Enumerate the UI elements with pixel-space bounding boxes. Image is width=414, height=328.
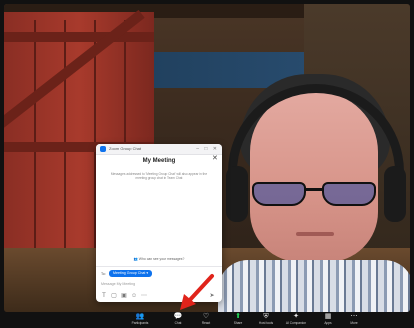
shield-icon: ⛨ bbox=[263, 313, 269, 320]
compose-toolbar: T ▢ ▣ ☺ ⋯ ➤ bbox=[96, 290, 222, 302]
to-label: To: bbox=[101, 272, 106, 276]
more-icon[interactable]: ⋯ bbox=[141, 293, 147, 299]
toolbar-label: Chat bbox=[174, 321, 182, 325]
toolbar-label: Host tools bbox=[258, 321, 274, 325]
chat-title: My Meeting bbox=[142, 158, 176, 164]
toolbar-label: AI Companion bbox=[285, 321, 307, 325]
toolbar-more[interactable]: ⋯ More bbox=[340, 313, 368, 328]
plaid-shirt bbox=[218, 260, 410, 312]
send-icon[interactable]: ➤ bbox=[209, 293, 215, 299]
toolbar-chat[interactable]: 💬 Chat bbox=[164, 313, 192, 328]
chat-message-area bbox=[96, 182, 222, 254]
toolbar-label: React bbox=[201, 321, 211, 325]
toolbar-participants[interactable]: 👥 Participants bbox=[126, 313, 154, 328]
toolbar-apps[interactable]: ▦ Apps bbox=[314, 313, 342, 328]
more-icon: ⋯ bbox=[350, 313, 358, 320]
who-can-see-link[interactable]: 👥 Who can see your messages? bbox=[96, 256, 222, 262]
chat-panel[interactable]: Zoom Group Chat – □ ✕ ✕ My Meeting Messa… bbox=[96, 144, 222, 302]
toolbar-ai-companion[interactable]: ✦ AI Companion bbox=[282, 313, 310, 328]
zoom-meeting-window: Zoom Group Chat – □ ✕ ✕ My Meeting Messa… bbox=[0, 0, 414, 328]
meeting-toolbar: 👥 Participants 💬 Chat ♡ React ⬆ Share ⛨ … bbox=[0, 312, 414, 328]
glasses bbox=[252, 182, 378, 210]
recipient-label: Meeting Group Chat bbox=[113, 271, 146, 275]
toolbar-label: Share bbox=[233, 321, 243, 325]
chat-window-title: Zoom Group Chat bbox=[109, 146, 142, 151]
toolbar-react[interactable]: ♡ React bbox=[192, 313, 220, 328]
screenshot-icon[interactable]: ▢ bbox=[111, 293, 117, 299]
toolbar-label: More bbox=[350, 321, 358, 325]
participant-person bbox=[218, 74, 410, 312]
chevron-down-icon: ▾ bbox=[146, 271, 149, 275]
recipient-dropdown[interactable]: Meeting Group Chat ▾ bbox=[109, 270, 153, 277]
window-control-buttons[interactable]: – □ ✕ bbox=[196, 146, 219, 152]
ai-companion-icon: ✦ bbox=[293, 313, 299, 320]
toolbar-label: Apps bbox=[324, 321, 332, 325]
emoji-icon[interactable]: ☺ bbox=[131, 293, 137, 299]
toolbar-share[interactable]: ⬆ Share bbox=[224, 313, 252, 328]
apps-icon: ▦ bbox=[324, 313, 332, 320]
toolbar-host-tools[interactable]: ⛨ Host tools bbox=[252, 313, 280, 328]
message-input[interactable]: Message My Meeting bbox=[101, 280, 217, 288]
chat-titlebar[interactable]: Zoom Group Chat – □ ✕ bbox=[96, 144, 222, 155]
share-icon: ⬆ bbox=[235, 313, 241, 320]
who-can-see-label: Who can see your messages? bbox=[138, 257, 185, 261]
zoom-app-icon bbox=[100, 146, 106, 152]
divider bbox=[96, 266, 222, 267]
participants-icon: 👥 bbox=[135, 313, 145, 320]
file-icon[interactable]: ▣ bbox=[121, 293, 127, 299]
format-icon[interactable]: T bbox=[101, 293, 107, 299]
react-icon: ♡ bbox=[202, 313, 210, 320]
chat-info-text: Messages addressed to 'Meeting Group Cha… bbox=[110, 172, 208, 181]
toolbar-label: Participants bbox=[131, 321, 149, 325]
chat-icon: 💬 bbox=[173, 313, 183, 320]
